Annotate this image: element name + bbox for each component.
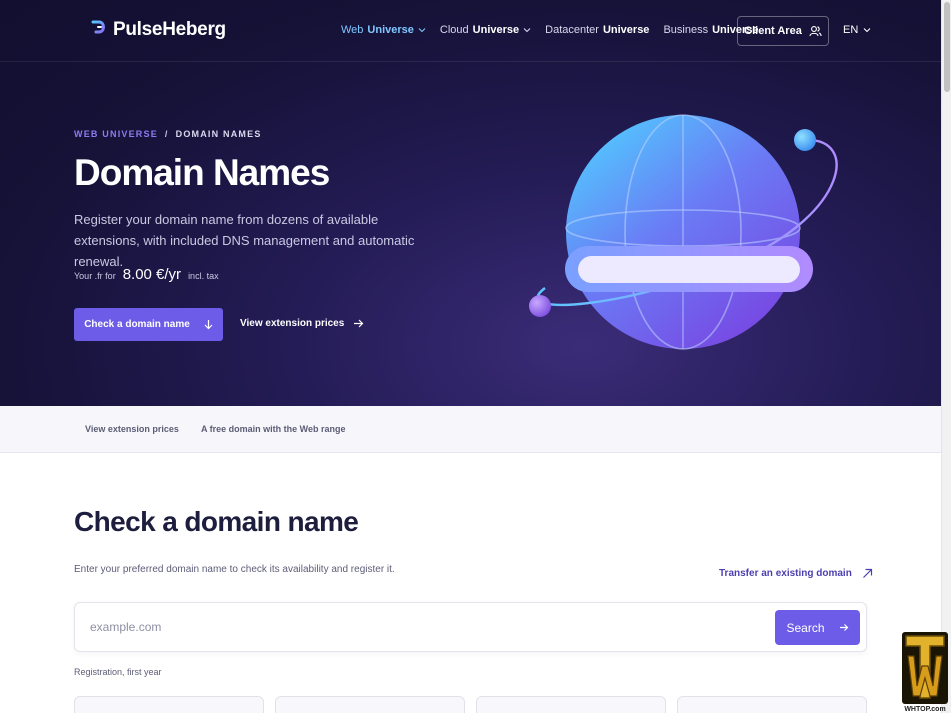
language-label: EN — [843, 24, 859, 36]
registration-label: Registration, first year — [74, 667, 162, 677]
nav-item-cloud-universe[interactable]: Cloud Universe — [440, 24, 531, 36]
chevron-down-icon — [863, 28, 871, 33]
vertical-scrollbar[interactable] — [941, 0, 951, 713]
logo-text: PulseHeberg — [113, 19, 226, 40]
arrow-down-icon — [204, 320, 213, 330]
hero-section: PulseHeberg Web Universe Cloud Universe … — [0, 0, 941, 406]
hero-description: Register your domain name from dozens of… — [74, 212, 415, 269]
section-subnav: View extension prices A free domain with… — [0, 406, 941, 453]
breadcrumb: WEB UNIVERSE / DOMAIN NAMES — [74, 129, 262, 139]
domain-search-box: Search — [74, 602, 867, 652]
watermark-text: WHTOP.com — [904, 706, 945, 713]
whtop-watermark-logo: WHTOP.com — [902, 632, 948, 713]
arrow-right-icon — [839, 624, 848, 631]
extension-card[interactable] — [677, 696, 867, 713]
extension-card[interactable] — [476, 696, 666, 713]
transfer-domain-link[interactable]: Transfer an existing domain — [719, 568, 873, 579]
logo[interactable]: PulseHeberg — [90, 19, 226, 41]
chevron-down-icon — [523, 28, 531, 33]
subnav-item-extension-prices[interactable]: View extension prices — [85, 424, 179, 434]
domain-search-input[interactable] — [90, 615, 750, 639]
search-button-label: Search — [786, 620, 825, 635]
language-selector[interactable]: EN — [843, 24, 871, 36]
chevron-down-icon — [418, 28, 426, 33]
scrollbar-thumb[interactable] — [944, 2, 950, 92]
check-domain-description: Enter your preferred domain name to chec… — [74, 564, 395, 575]
main-nav: Web Universe Cloud Universe Datacenter U… — [341, 24, 773, 36]
nav-label-prefix: Business — [663, 24, 709, 36]
nav-label-bold: Universe — [602, 24, 650, 36]
client-area-button[interactable]: Client Area — [737, 16, 829, 46]
nav-label-prefix: Datacenter — [545, 24, 599, 36]
top-navigation-bar: PulseHeberg Web Universe Cloud Universe … — [0, 0, 941, 62]
nav-label-bold: Universe — [367, 24, 414, 36]
subnav-item-free-domain[interactable]: A free domain with the Web range — [201, 424, 346, 434]
nav-item-web-universe[interactable]: Web Universe — [341, 24, 426, 36]
search-button[interactable]: Search — [775, 610, 860, 645]
view-prices-label: View extension prices — [240, 318, 345, 329]
globe-illustration — [529, 114, 838, 350]
nav-label-bold: Universe — [472, 24, 520, 36]
client-area-label: Client Area — [744, 25, 802, 37]
breadcrumb-parent-link[interactable]: WEB UNIVERSE — [74, 129, 158, 139]
price-value: 8.00 €/yr — [122, 266, 182, 283]
pulseheberg-logo-icon — [91, 20, 105, 41]
check-domain-label: Check a domain name — [84, 319, 190, 330]
nav-label-prefix: Web — [341, 24, 364, 36]
nav-item-datacenter-universe[interactable]: Datacenter Universe — [545, 24, 649, 36]
nav-label-prefix: Cloud — [439, 24, 469, 36]
arrow-right-icon — [354, 319, 364, 328]
transfer-domain-label: Transfer an existing domain — [719, 568, 852, 579]
arrow-up-right-icon — [862, 568, 872, 578]
view-extension-prices-link[interactable]: View extension prices — [240, 318, 364, 329]
extension-card[interactable] — [74, 696, 264, 713]
check-domain-heading: Check a domain name — [74, 506, 359, 537]
extension-card[interactable] — [275, 696, 465, 713]
price-suffix: incl. tax — [188, 271, 219, 281]
users-icon — [809, 26, 822, 37]
check-domain-button[interactable]: Check a domain name — [74, 308, 223, 341]
breadcrumb-current: DOMAIN NAMES — [175, 129, 262, 139]
breadcrumb-separator: / — [164, 129, 169, 139]
page-title: Domain Names — [74, 152, 330, 193]
price-row: Your .fr for 8.00 €/yr incl. tax — [74, 266, 219, 283]
price-prefix: Your .fr for — [74, 271, 116, 281]
